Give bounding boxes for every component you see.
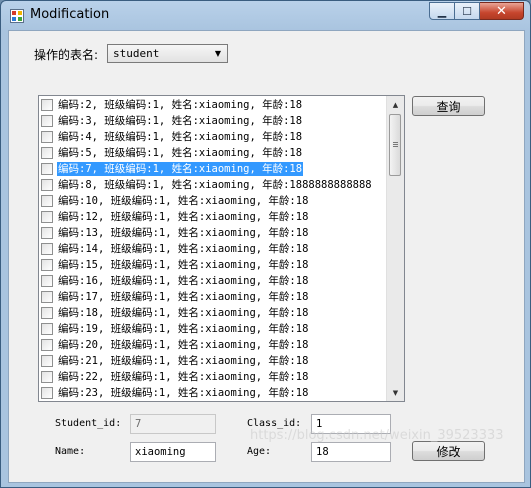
- modify-button[interactable]: 修改: [412, 441, 485, 461]
- list-item-label: 编码:15, 班级编码:1, 姓名:xiaoming, 年龄:18: [58, 259, 309, 271]
- checkbox[interactable]: [41, 259, 53, 271]
- list-item-label: 编码:19, 班级编码:1, 姓名:xiaoming, 年龄:18: [58, 323, 309, 335]
- name-field[interactable]: xiaoming: [130, 442, 216, 462]
- table-name-label: 操作的表名:: [34, 48, 99, 62]
- grip-line: [393, 142, 398, 143]
- list-item[interactable]: 编码:3, 班级编码:1, 姓名:xiaoming, 年龄:18: [40, 113, 388, 129]
- list-item-label: 编码:16, 班级编码:1, 姓名:xiaoming, 年龄:18: [58, 275, 309, 287]
- checkbox[interactable]: [41, 163, 53, 175]
- scroll-up-arrow-icon[interactable]: ▲: [387, 96, 404, 113]
- list-item-label: 编码:5, 班级编码:1, 姓名:xiaoming, 年龄:18: [58, 147, 303, 159]
- checkbox[interactable]: [41, 131, 53, 143]
- checkbox[interactable]: [41, 371, 53, 383]
- close-button[interactable]: ✕: [480, 2, 524, 20]
- list-item-label: 编码:3, 班级编码:1, 姓名:xiaoming, 年龄:18: [58, 115, 303, 127]
- window-title: Modification: [30, 7, 110, 22]
- checkbox[interactable]: [41, 355, 53, 367]
- list-item[interactable]: 编码:20, 班级编码:1, 姓名:xiaoming, 年龄:18: [40, 337, 388, 353]
- list-item[interactable]: 编码:8, 班级编码:1, 姓名:xiaoming, 年龄:1888888888…: [40, 177, 388, 193]
- watermark: https://blog.csdn.net/weixin_39523333: [250, 428, 504, 443]
- table-select[interactable]: student ▼: [107, 44, 228, 63]
- age-label: Age:: [247, 446, 272, 457]
- list-item-label: 编码:21, 班级编码:1, 姓名:xiaoming, 年龄:18: [58, 355, 309, 367]
- list-item[interactable]: 编码:5, 班级编码:1, 姓名:xiaoming, 年龄:18: [40, 145, 388, 161]
- list-item[interactable]: 编码:13, 班级编码:1, 姓名:xiaoming, 年龄:18: [40, 225, 388, 241]
- chevron-down-icon[interactable]: ▼: [211, 47, 225, 60]
- app-icon: [10, 9, 24, 23]
- list-item[interactable]: 编码:10, 班级编码:1, 姓名:xiaoming, 年龄:18: [40, 193, 388, 209]
- student-id-field[interactable]: 7: [130, 414, 216, 434]
- caption-buttons: ▁ ☐ ✕: [429, 2, 524, 21]
- checkbox[interactable]: [41, 179, 53, 191]
- list-item[interactable]: 编码:18, 班级编码:1, 姓名:xiaoming, 年龄:18: [40, 305, 388, 321]
- list-item[interactable]: 编码:17, 班级编码:1, 姓名:xiaoming, 年龄:18: [40, 289, 388, 305]
- list-item-label: 编码:18, 班级编码:1, 姓名:xiaoming, 年龄:18: [58, 307, 309, 319]
- maximize-button[interactable]: ☐: [455, 2, 480, 20]
- list-item-label: 编码:4, 班级编码:1, 姓名:xiaoming, 年龄:18: [58, 131, 303, 143]
- checkbox[interactable]: [41, 211, 53, 223]
- checkbox[interactable]: [41, 387, 53, 399]
- vertical-scrollbar[interactable]: ▲ ▼: [386, 96, 404, 401]
- list-item[interactable]: 编码:22, 班级编码:1, 姓名:xiaoming, 年龄:18: [40, 369, 388, 385]
- scroll-thumb[interactable]: [389, 114, 401, 176]
- list-item[interactable]: 编码:7, 班级编码:1, 姓名:xiaoming, 年龄:18: [40, 161, 388, 177]
- minimize-button[interactable]: ▁: [429, 2, 455, 20]
- title-bar[interactable]: Modification ▁ ☐ ✕: [1, 1, 530, 31]
- query-button[interactable]: 查询: [412, 96, 485, 116]
- list-item[interactable]: 编码:16, 班级编码:1, 姓名:xiaoming, 年龄:18: [40, 273, 388, 289]
- list-item[interactable]: 编码:21, 班级编码:1, 姓名:xiaoming, 年龄:18: [40, 353, 388, 369]
- app-window: Modification ▁ ☐ ✕ 操作的表名: student ▼ 查询 编…: [0, 0, 531, 488]
- age-field[interactable]: 18: [311, 442, 391, 462]
- close-icon: ✕: [496, 3, 507, 19]
- scroll-down-arrow-icon[interactable]: ▼: [387, 384, 404, 401]
- grip-line: [393, 144, 398, 145]
- checkbox[interactable]: [41, 115, 53, 127]
- list-item-label: 编码:22, 班级编码:1, 姓名:xiaoming, 年龄:18: [58, 371, 309, 383]
- name-label: Name:: [55, 446, 86, 457]
- list-item[interactable]: 编码:12, 班级编码:1, 姓名:xiaoming, 年龄:18: [40, 209, 388, 225]
- record-checklist[interactable]: 编码:2, 班级编码:1, 姓名:xiaoming, 年龄:18 编码:3, 班级…: [38, 95, 405, 402]
- list-item[interactable]: 编码:14, 班级编码:1, 姓名:xiaoming, 年龄:18: [40, 241, 388, 257]
- grip-line: [393, 146, 398, 147]
- checkbox[interactable]: [41, 307, 53, 319]
- student-id-value: 7: [135, 418, 142, 430]
- list-item-label: 编码:8, 班级编码:1, 姓名:xiaoming, 年龄:1888888888…: [58, 179, 372, 191]
- checkbox[interactable]: [41, 227, 53, 239]
- checkbox[interactable]: [41, 275, 53, 287]
- list-item[interactable]: 编码:4, 班级编码:1, 姓名:xiaoming, 年龄:18: [40, 129, 388, 145]
- checkbox[interactable]: [41, 291, 53, 303]
- list-item-label: 编码:13, 班级编码:1, 姓名:xiaoming, 年龄:18: [58, 227, 309, 239]
- checkbox[interactable]: [41, 323, 53, 335]
- age-value: 18: [316, 446, 329, 458]
- student-id-label: Student_id:: [55, 418, 122, 429]
- minimize-icon: ▁: [437, 4, 447, 18]
- maximize-icon: ☐: [462, 4, 472, 18]
- checkbox[interactable]: [41, 195, 53, 207]
- client-area: 操作的表名: student ▼ 查询 编码:2, 班级编码:1, 姓名:xia…: [8, 30, 525, 483]
- checkbox[interactable]: [41, 339, 53, 351]
- list-item-label: 编码:17, 班级编码:1, 姓名:xiaoming, 年龄:18: [58, 291, 309, 303]
- table-select-value: student: [113, 47, 160, 60]
- list-item-label: 编码:20, 班级编码:1, 姓名:xiaoming, 年龄:18: [58, 339, 309, 351]
- name-value: xiaoming: [135, 446, 186, 458]
- checkbox[interactable]: [41, 243, 53, 255]
- list-item-label: 编码:12, 班级编码:1, 姓名:xiaoming, 年龄:18: [58, 211, 309, 223]
- list-item[interactable]: 编码:2, 班级编码:1, 姓名:xiaoming, 年龄:18: [40, 97, 388, 113]
- checkbox[interactable]: [41, 147, 53, 159]
- list-item-label: 编码:23, 班级编码:1, 姓名:xiaoming, 年龄:18: [58, 387, 309, 399]
- list-item[interactable]: 编码:23, 班级编码:1, 姓名:xiaoming, 年龄:18: [40, 385, 388, 401]
- list-item-label: 编码:10, 班级编码:1, 姓名:xiaoming, 年龄:18: [58, 195, 309, 207]
- list-item-label: 编码:2, 班级编码:1, 姓名:xiaoming, 年龄:18: [58, 99, 303, 111]
- list-item-label: 编码:7, 班级编码:1, 姓名:xiaoming, 年龄:18: [57, 162, 304, 176]
- list-item[interactable]: 编码:19, 班级编码:1, 姓名:xiaoming, 年龄:18: [40, 321, 388, 337]
- list-item-label: 编码:14, 班级编码:1, 姓名:xiaoming, 年龄:18: [58, 243, 309, 255]
- list-item[interactable]: 编码:15, 班级编码:1, 姓名:xiaoming, 年龄:18: [40, 257, 388, 273]
- checkbox[interactable]: [41, 99, 53, 111]
